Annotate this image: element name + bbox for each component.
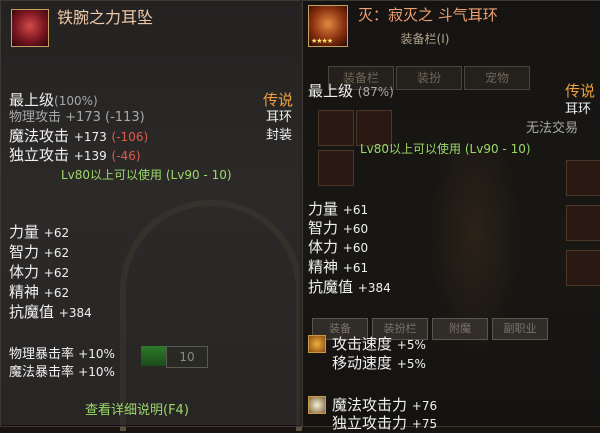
number-box: 10 (166, 346, 208, 368)
equipment-slot[interactable] (318, 150, 354, 186)
stat-row-magic-crit: 魔法暴击率 +10% (9, 365, 115, 380)
stat-row-magic-resist: 抗魔值 +384 (308, 278, 391, 296)
grade-label: 最上级(100%) (9, 91, 98, 109)
stat-row-attack-speed: 攻击速度 +5% (332, 335, 426, 353)
level-requirement: Lv80以上可以使用 (Lv90 - 10) (360, 142, 531, 156)
grade-label: 最上级 (87%) (308, 82, 394, 100)
stat-row-physical-attack: 物理攻击 +173 (-113) (9, 110, 145, 125)
star-rating-icon: ★★★★ (311, 37, 333, 45)
bind-label: 封装 (266, 128, 293, 143)
trade-label: 无法交易 (526, 121, 579, 136)
equipment-panel-title: 装备栏(I) (400, 32, 450, 46)
stat-row-independent-attack-power: 独立攻击力 +75 (332, 414, 438, 432)
level-requirement: Lv80以上可以使用 (Lv90 - 10) (61, 168, 232, 182)
stat-row-move-speed: 移动速度 +5% (332, 354, 426, 372)
earring-icon (11, 9, 49, 47)
equipment-slot[interactable] (566, 205, 600, 241)
item-name: 灭：寂灭之 斗气耳环 (358, 6, 498, 24)
rarity-label: 传说 (565, 82, 596, 100)
magic-attack-icon (308, 396, 326, 414)
item-name: 铁腕之力耳坠 (57, 8, 154, 27)
status-bar (141, 346, 166, 366)
item-tooltip-left: 铁腕之力耳坠 最上级(100%) 传说 物理攻击 +173 (-113) 耳环 … (0, 0, 302, 427)
stat-row-spirit: 精神 +62 (9, 283, 70, 301)
stat-row-intelligence: 智力 +62 (9, 243, 70, 261)
subclass-button[interactable]: 副职业 (492, 318, 548, 340)
stat-row-strength: 力量 +62 (9, 223, 70, 241)
attack-speed-icon (308, 335, 326, 353)
equipment-slot[interactable] (318, 110, 354, 146)
slot-label: 耳环 (266, 110, 293, 125)
tab-avatar[interactable]: 装扮 (396, 66, 462, 90)
stat-row-intelligence: 智力 +60 (308, 219, 369, 237)
stat-row-strength: 力量 +61 (308, 200, 369, 218)
stat-row-spirit: 精神 +61 (308, 258, 369, 276)
stat-row-vitality: 体力 +62 (9, 263, 70, 281)
stat-row-magic-attack: 魔法攻击 +173 (-106) (9, 127, 149, 145)
stat-row-physical-crit: 物理暴击率 +10% (9, 347, 115, 362)
stat-row-magic-attack-power: 魔法攻击力 +76 (332, 396, 438, 414)
equipment-slot[interactable] (566, 250, 600, 286)
earring-icon: ★★★★ (308, 5, 348, 47)
equipment-slot[interactable] (566, 160, 600, 196)
rarity-label: 传说 (263, 91, 294, 109)
tab-pet[interactable]: 宠物 (464, 66, 530, 90)
stat-row-magic-resist: 抗魔值 +384 (9, 303, 92, 321)
slot-label: 耳环 (565, 102, 592, 117)
stat-row-vitality: 体力 +60 (308, 238, 369, 256)
details-link[interactable]: 查看详细说明(F4) (85, 402, 189, 420)
enchant-button[interactable]: 附魔 (432, 318, 488, 340)
stat-row-independent-attack: 独立攻击 +139 (-46) (9, 146, 141, 164)
